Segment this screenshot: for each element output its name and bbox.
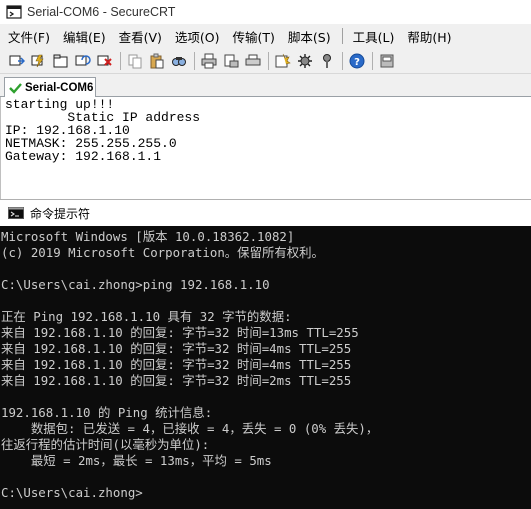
cmd-app-icon: [8, 207, 24, 219]
session-options-icon[interactable]: [274, 52, 292, 70]
securecrt-tab-bar: Serial-COM6: [0, 74, 531, 97]
console-line: 正在 Ping 192.168.1.10 具有 32 字节的数据:: [1, 309, 292, 324]
check-icon: [9, 82, 22, 94]
console-line: C:\Users\cai.zhong>ping 192.168.1.10: [1, 277, 270, 292]
toolbar-divider: [268, 51, 269, 70]
console-line: Microsoft Windows [版本 10.0.18362.1082]: [1, 229, 295, 244]
sftp-icon[interactable]: [378, 52, 396, 70]
quick-connect-icon[interactable]: [30, 52, 48, 70]
console-prompt-line[interactable]: C:\Users\cai.zhong>: [1, 485, 531, 501]
securecrt-window: Serial-COM6 - SecureCRT 文件(F) 编辑(E) 查看(V…: [0, 0, 531, 199]
help-icon[interactable]: ?: [348, 52, 366, 70]
menu-edit[interactable]: 编辑(E): [63, 27, 106, 46]
menu-tools[interactable]: 工具(L): [353, 27, 395, 46]
svg-text:?: ?: [354, 57, 360, 68]
toolbar-divider: [120, 51, 121, 70]
console-line: 来自 192.168.1.10 的回复: 字节=32 时间=2ms TTL=25…: [1, 373, 352, 388]
global-options-icon[interactable]: [296, 52, 314, 70]
console-line: 来自 192.168.1.10 的回复: 字节=32 时间=13ms TTL=2…: [1, 325, 359, 340]
console-line: 数据包: 已发送 = 4，已接收 = 4，丢失 = 0 (0% 丢失)，: [1, 421, 379, 436]
connect-icon[interactable]: [8, 52, 26, 70]
console-line: 往返行程的估计时间(以毫秒为单位):: [1, 437, 210, 452]
paste-icon[interactable]: [148, 52, 166, 70]
reconnect-icon[interactable]: [74, 52, 92, 70]
menu-help[interactable]: 帮助(H): [407, 27, 451, 46]
menu-file[interactable]: 文件(F): [8, 27, 50, 46]
cmd-window-title: 命令提示符: [30, 206, 91, 221]
securecrt-title-bar[interactable]: Serial-COM6 - SecureCRT: [0, 0, 531, 24]
menu-script[interactable]: 脚本(S): [288, 27, 331, 46]
console-line: (c) 2019 Microsoft Corporation。保留所有权利。: [1, 245, 324, 260]
toolbar-divider: [194, 51, 195, 70]
print-icon[interactable]: [200, 52, 218, 70]
disconnect-icon[interactable]: [96, 52, 114, 70]
cmd-title-bar[interactable]: 命令提示符: [0, 199, 531, 226]
console-line: 最短 = 2ms，最长 = 13ms，平均 = 5ms: [1, 453, 272, 468]
copy-icon[interactable]: [126, 52, 144, 70]
print-setup-icon[interactable]: [222, 52, 240, 70]
console-line: 192.168.1.10 的 Ping 统计信息:: [1, 405, 213, 420]
toolbar-divider: [342, 51, 343, 70]
securecrt-menu-bar: 文件(F) 编辑(E) 查看(V) 选项(O) 传输(T) 脚本(S) 工具(L…: [0, 24, 531, 48]
print-selection-icon[interactable]: [244, 52, 262, 70]
securecrt-toolbar: ?: [0, 48, 531, 74]
menu-divider: [341, 28, 343, 44]
cmd-console[interactable]: Microsoft Windows [版本 10.0.18362.1082] (…: [0, 226, 531, 509]
menu-transfer[interactable]: 传输(T): [233, 27, 275, 46]
menu-view[interactable]: 查看(V): [119, 27, 162, 46]
tab-label: Serial-COM6: [25, 81, 94, 94]
connect-in-tab-icon[interactable]: [52, 52, 70, 70]
securecrt-window-title: Serial-COM6 - SecureCRT: [27, 5, 176, 19]
tab-serial-com6[interactable]: Serial-COM6: [4, 77, 96, 97]
securecrt-session-terminal[interactable]: starting up!!! Static IP address IP: 192…: [0, 97, 531, 199]
find-icon[interactable]: [170, 52, 188, 70]
menu-options[interactable]: 选项(O): [175, 27, 220, 46]
keymap-icon[interactable]: [318, 52, 336, 70]
toolbar-divider: [372, 51, 373, 70]
securecrt-app-icon: [6, 5, 22, 19]
console-line: 来自 192.168.1.10 的回复: 字节=32 时间=4ms TTL=25…: [1, 357, 352, 372]
console-line: 来自 192.168.1.10 的回复: 字节=32 时间=4ms TTL=25…: [1, 341, 352, 356]
session-line: Gateway: 192.168.1.1: [5, 149, 162, 164]
